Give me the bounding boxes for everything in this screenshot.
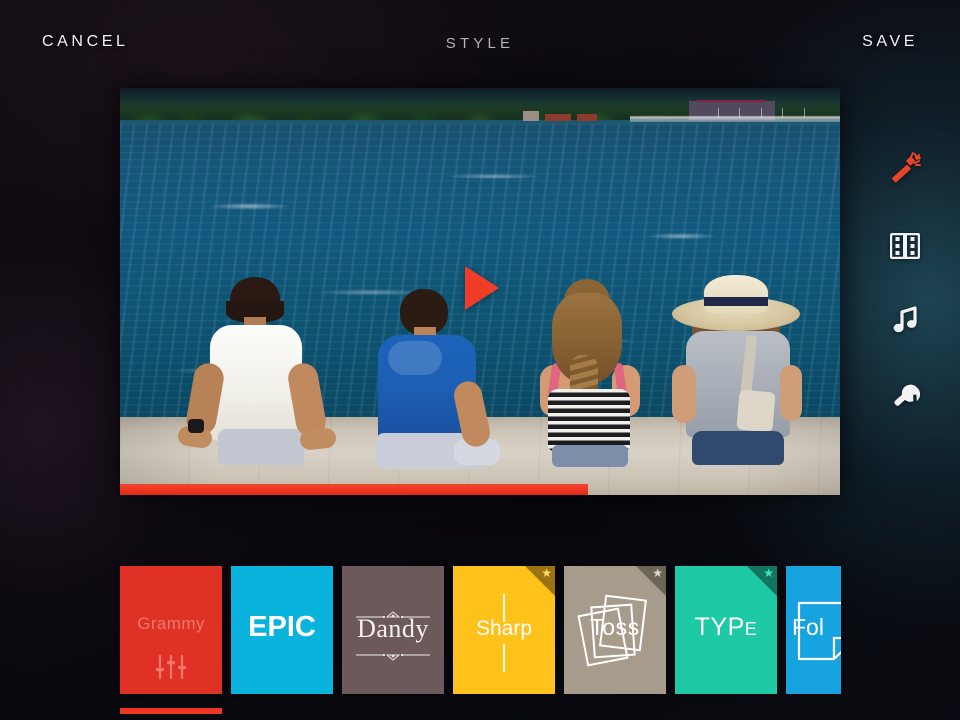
music-note-icon	[890, 305, 920, 335]
premium-corner-badge: ★	[636, 566, 666, 596]
magic-wand-tool-button[interactable]	[850, 140, 960, 196]
premium-corner-badge: ★	[525, 566, 555, 596]
filter-label: Fol	[792, 614, 824, 640]
boats	[630, 111, 840, 122]
victorian-ornament-icon	[354, 606, 432, 619]
filter-thumbnail-dandy[interactable]: Dandy	[342, 566, 444, 694]
tool-rail	[850, 140, 960, 470]
star-icon: ★	[541, 566, 552, 580]
filter-thumbnail-sharp[interactable]: Sharp ★	[453, 566, 555, 694]
building	[523, 111, 540, 121]
save-button[interactable]: SAVE	[862, 33, 918, 51]
filter-thumbnail-epic[interactable]: EPIC	[231, 566, 333, 694]
app-root: CANCEL STYLE SAVE Grammy EPIC Dandy Shar…	[0, 0, 960, 720]
filter-strip[interactable]: Grammy EPIC Dandy Sharp ★ Toss ★ TYPE ★ …	[0, 555, 960, 720]
person-white-shirt	[176, 277, 337, 467]
filter-label: Dandy	[357, 614, 429, 643]
person-blue-shirt	[358, 289, 500, 469]
filter-thumbnail-fold[interactable]: Fol	[786, 566, 841, 694]
star-icon: ★	[763, 566, 774, 580]
page-title: STYLE	[445, 35, 515, 52]
music-tool-button[interactable]	[850, 292, 960, 348]
play-button[interactable]	[465, 266, 499, 310]
playback-progress-fill	[120, 484, 588, 495]
filter-thumbnail-type[interactable]: TYPE ★	[675, 566, 777, 694]
magic-wand-icon	[888, 151, 922, 185]
premium-corner-badge: ★	[747, 566, 777, 596]
red-roof	[577, 114, 598, 121]
shoreline-background	[120, 88, 840, 124]
star-icon: ★	[652, 566, 663, 580]
top-bar: CANCEL STYLE SAVE	[0, 0, 960, 88]
filter-selection-indicator	[120, 708, 222, 714]
filter-label: Grammy	[137, 614, 205, 633]
wrench-icon	[889, 378, 921, 410]
filter-label: Toss	[590, 614, 640, 640]
building-sign	[696, 100, 766, 102]
video-preview[interactable]	[120, 88, 840, 495]
film-tool-button[interactable]	[850, 218, 960, 274]
person-braided-hair	[534, 279, 644, 467]
vertical-line-icon	[503, 644, 505, 672]
victorian-ornament-icon	[354, 648, 432, 661]
person-sun-hat	[672, 275, 802, 467]
filter-label: EPIC	[248, 611, 316, 643]
filter-thumbnail-toss[interactable]: Toss ★	[564, 566, 666, 694]
playback-progress-bar[interactable]	[120, 484, 840, 495]
red-roof	[544, 114, 571, 121]
filter-label: TYPE	[694, 613, 758, 641]
equalizer-sliders-icon	[155, 654, 187, 685]
filter-label: Sharp	[475, 617, 533, 640]
film-strip-icon	[890, 233, 920, 259]
settings-tool-button[interactable]	[850, 366, 960, 422]
filter-thumbnail-grammy[interactable]: Grammy	[120, 566, 222, 694]
